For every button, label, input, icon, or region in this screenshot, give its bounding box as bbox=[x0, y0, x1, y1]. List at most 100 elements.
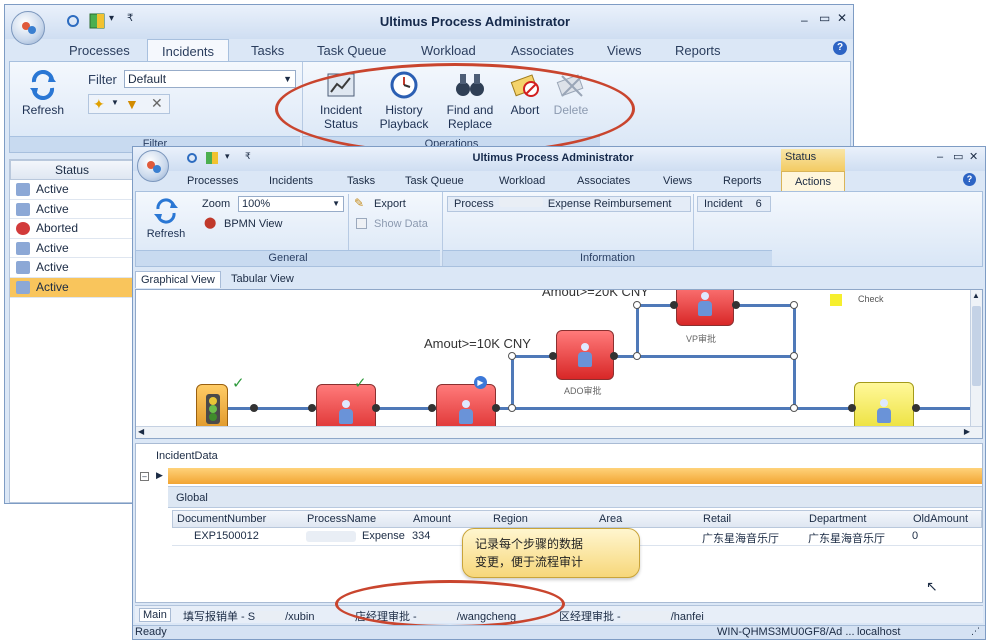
front-maximize-button[interactable]: ▭ bbox=[953, 150, 963, 163]
col-header-retail[interactable]: Retail bbox=[703, 513, 731, 525]
back-help-icon[interactable]: ? bbox=[833, 41, 847, 55]
connector-dot bbox=[308, 404, 316, 412]
filter-clear-icon[interactable]: ✕ bbox=[151, 95, 163, 112]
back-tab-associates[interactable]: Associates bbox=[511, 43, 574, 58]
connector-dot bbox=[508, 404, 516, 412]
quick-access-customize-icon[interactable]: ₹ bbox=[127, 13, 133, 24]
filter-wand-icon[interactable]: ✦ bbox=[93, 96, 105, 113]
zoom-select[interactable]: 100% ▼ bbox=[238, 196, 344, 212]
back-tab-reports[interactable]: Reports bbox=[675, 43, 721, 58]
filter-dropdown-icon[interactable]: ▼ bbox=[111, 98, 119, 107]
row-pointer-icon: ▶ bbox=[156, 470, 163, 480]
front-refresh-button[interactable]: Refresh bbox=[142, 198, 190, 241]
filter-funnel-icon[interactable]: ▼ bbox=[125, 96, 139, 112]
show-data-checkbox-icon[interactable] bbox=[356, 218, 367, 229]
filter-select[interactable]: Default ▼ bbox=[124, 70, 296, 88]
back-tab-views[interactable]: Views bbox=[607, 43, 641, 58]
front-quick-dropdown-icon[interactable]: ▾ bbox=[225, 151, 230, 162]
front-tab-workload[interactable]: Workload bbox=[499, 175, 545, 187]
scroll-left-icon[interactable]: ◀ bbox=[138, 427, 144, 436]
front-tab-reports[interactable]: Reports bbox=[723, 175, 762, 187]
back-close-button[interactable]: ✕ bbox=[837, 11, 847, 25]
list-item[interactable]: Active bbox=[10, 258, 134, 278]
back-tab-processes[interactable]: Processes bbox=[69, 43, 130, 58]
status-text: Active bbox=[36, 201, 69, 216]
cell-processname-redacted: x bbox=[306, 531, 356, 542]
col-header-department[interactable]: Department bbox=[809, 513, 866, 525]
resize-grip-icon[interactable]: ⋰ bbox=[971, 626, 980, 637]
incident-label: Incident bbox=[704, 198, 743, 210]
bpmn-view-button[interactable]: BPMN View bbox=[224, 218, 282, 230]
ado-approval-label: ADO审批 bbox=[564, 386, 602, 396]
export-button[interactable]: Export bbox=[374, 198, 406, 210]
list-item[interactable]: Active bbox=[10, 200, 134, 220]
list-item[interactable]: Aborted bbox=[10, 219, 134, 239]
callout-line-1: 记录每个步骤的数据 bbox=[475, 537, 584, 551]
filter-label: Filter bbox=[88, 72, 117, 87]
tab-tabular-view[interactable]: Tabular View bbox=[231, 273, 294, 285]
front-quick-customize-icon[interactable]: ₹ bbox=[245, 151, 251, 162]
process-diagram-canvas[interactable]: Amout>=20K CNY Amout>=10K CNY ✓ ✓ ▶ ADO审… bbox=[135, 289, 983, 439]
process-info-box: Process x Expense Reimbursement bbox=[447, 196, 691, 212]
front-tab-views[interactable]: Views bbox=[663, 175, 692, 187]
bottom-tab-main[interactable]: Main bbox=[139, 608, 171, 622]
cell-processname: Expense bbox=[362, 530, 405, 542]
ado-approval-node[interactable] bbox=[556, 330, 614, 380]
connector-dot bbox=[848, 404, 856, 412]
back-refresh-label: Refresh bbox=[21, 103, 65, 117]
show-data-button[interactable]: Show Data bbox=[374, 218, 428, 230]
status-text: Active bbox=[36, 182, 69, 196]
tab-graphical-view[interactable]: Graphical View bbox=[135, 271, 221, 288]
scroll-right-icon[interactable]: ▶ bbox=[964, 427, 970, 436]
back-maximize-button[interactable]: ▭ bbox=[819, 11, 830, 25]
active-status-icon bbox=[16, 202, 30, 216]
person-icon bbox=[459, 400, 473, 424]
front-refresh-small-icon[interactable] bbox=[185, 151, 199, 165]
front-tab-incidents[interactable]: Incidents bbox=[269, 175, 313, 187]
expand-toggle-icon[interactable]: – bbox=[140, 472, 149, 481]
list-item[interactable]: Active bbox=[10, 239, 134, 259]
col-header-oldamount[interactable]: OldAmount bbox=[913, 513, 968, 525]
front-tab-associates[interactable]: Associates bbox=[577, 175, 630, 187]
zoom-value: 100% bbox=[242, 198, 271, 210]
front-tab-processes[interactable]: Processes bbox=[187, 175, 238, 187]
back-refresh-button[interactable]: Refresh bbox=[18, 70, 68, 117]
back-tab-incidents[interactable]: Incidents bbox=[147, 39, 230, 63]
active-status-icon bbox=[16, 183, 30, 196]
back-minimize-button[interactable]: – bbox=[801, 13, 808, 27]
callout-line-2: 变更，便于流程审计 bbox=[475, 555, 584, 569]
scrollbar-thumb[interactable] bbox=[972, 306, 981, 386]
front-tab-task-queue[interactable]: Task Queue bbox=[405, 175, 464, 187]
list-item[interactable]: Active bbox=[10, 180, 134, 200]
col-header-documentnumber[interactable]: DocumentNumber bbox=[177, 513, 266, 525]
front-tab-tasks[interactable]: Tasks bbox=[347, 175, 375, 187]
connector-dot bbox=[912, 404, 920, 412]
col-header-processname[interactable]: ProcessName bbox=[307, 513, 376, 525]
col-header-area[interactable]: Area bbox=[599, 513, 622, 525]
front-help-icon[interactable]: ? bbox=[963, 173, 976, 186]
bottom-tab-fill-form[interactable]: 填写报销单 - Sx/xubin bbox=[183, 608, 314, 624]
col-header-amount[interactable]: Amount bbox=[413, 513, 451, 525]
back-tab-tasks[interactable]: Tasks bbox=[251, 43, 284, 58]
refresh-small-icon[interactable] bbox=[65, 13, 81, 29]
context-tab-header: Status bbox=[781, 149, 845, 171]
quick-access-dropdown-icon[interactable]: ▾ bbox=[109, 13, 114, 24]
back-tab-task-queue[interactable]: Task Queue bbox=[317, 43, 386, 58]
aborted-status-icon bbox=[16, 222, 30, 236]
back-tab-workload[interactable]: Workload bbox=[421, 43, 476, 58]
scroll-up-icon[interactable]: ▲ bbox=[972, 291, 980, 300]
diagram-horizontal-scrollbar[interactable]: ◀ ▶ bbox=[136, 426, 982, 438]
col-header-region[interactable]: Region bbox=[493, 513, 528, 525]
layout-small-icon[interactable] bbox=[89, 13, 105, 29]
bottom-tab-district-approval[interactable]: 区经理审批 -x/hanfei bbox=[559, 608, 704, 624]
front-layout-small-icon[interactable] bbox=[205, 151, 219, 165]
front-minimize-button[interactable]: – bbox=[937, 151, 943, 163]
front-close-button[interactable]: ✕ bbox=[969, 150, 978, 163]
diagram-vertical-scrollbar[interactable]: ▲ bbox=[970, 290, 982, 426]
incident-orange-band bbox=[168, 468, 982, 484]
cell-department: 广东星海音乐厅 bbox=[808, 533, 885, 545]
front-tab-actions[interactable]: Actions bbox=[781, 171, 845, 191]
status-header[interactable]: Status bbox=[10, 160, 134, 180]
vp-approval-node[interactable] bbox=[676, 290, 734, 326]
list-item-selected[interactable]: Active bbox=[10, 277, 134, 298]
